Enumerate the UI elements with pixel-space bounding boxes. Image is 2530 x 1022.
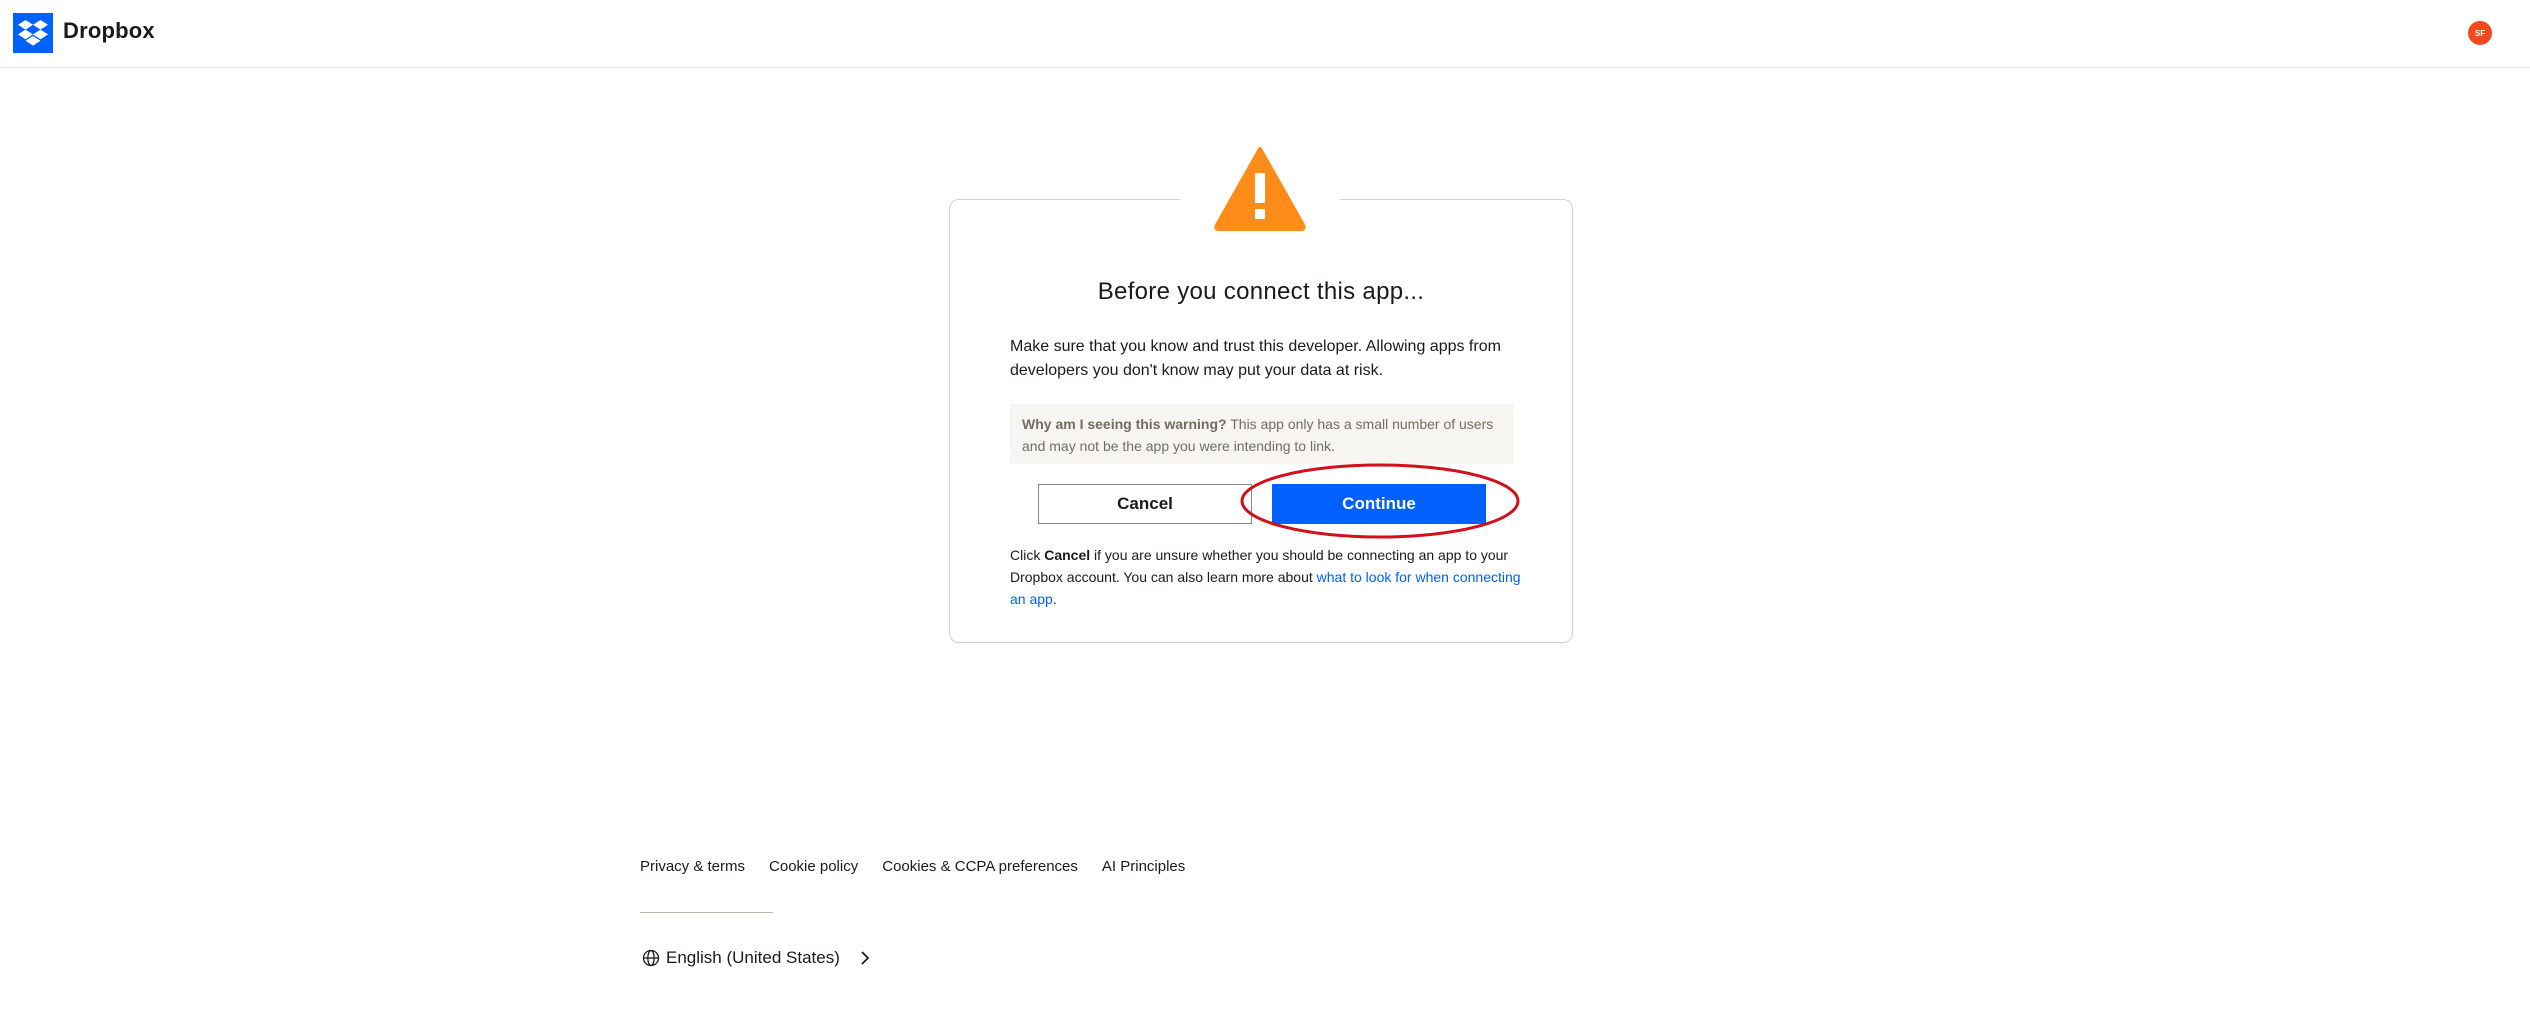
footer-links: Privacy & terms Cookie policy Cookies & … bbox=[640, 858, 1185, 875]
dialog-title: Before you connect this app... bbox=[1097, 278, 1425, 305]
dialog-message: Make sure that you know and trust this d… bbox=[1010, 338, 1501, 379]
dropbox-logo-icon[interactable] bbox=[13, 13, 53, 53]
footnote-cancel: Cancel bbox=[1044, 547, 1091, 563]
cancel-button[interactable]: Cancel bbox=[1038, 484, 1252, 524]
account-avatar[interactable]: SF bbox=[2468, 21, 2492, 45]
language-label: English (United States) bbox=[666, 948, 840, 967]
footer-link-privacy-terms[interactable]: Privacy & terms bbox=[640, 858, 745, 875]
footer-link-ccpa-preferences[interactable]: Cookies & CCPA preferences bbox=[882, 858, 1078, 875]
dialog-footnote: Click Cancel if you are unsure whether y… bbox=[1010, 544, 1530, 610]
globe-icon bbox=[642, 949, 660, 967]
warning-explanation: Why am I seeing this warning? This app o… bbox=[1010, 404, 1514, 464]
warning-explanation-heading: Why am I seeing this warning? bbox=[1022, 416, 1227, 432]
connect-warning-dialog: Before you connect this app... Make sure… bbox=[949, 199, 1573, 643]
footnote-suffix: . bbox=[1052, 591, 1057, 607]
continue-button[interactable]: Continue bbox=[1272, 484, 1486, 524]
footer-link-cookie-policy[interactable]: Cookie policy bbox=[769, 858, 858, 875]
footnote-prefix: Click bbox=[1010, 547, 1045, 563]
footer-divider bbox=[640, 912, 773, 913]
footer-link-ai-principles[interactable]: AI Principles bbox=[1102, 858, 1185, 875]
warning-triangle-icon bbox=[1214, 147, 1306, 231]
language-selector[interactable]: English (United States) bbox=[642, 946, 870, 970]
chevron-right-icon bbox=[861, 951, 870, 965]
top-bar: Dropbox SF bbox=[0, 0, 2530, 68]
brand-name[interactable]: Dropbox bbox=[63, 18, 155, 44]
warning-icon-container bbox=[1180, 140, 1340, 236]
